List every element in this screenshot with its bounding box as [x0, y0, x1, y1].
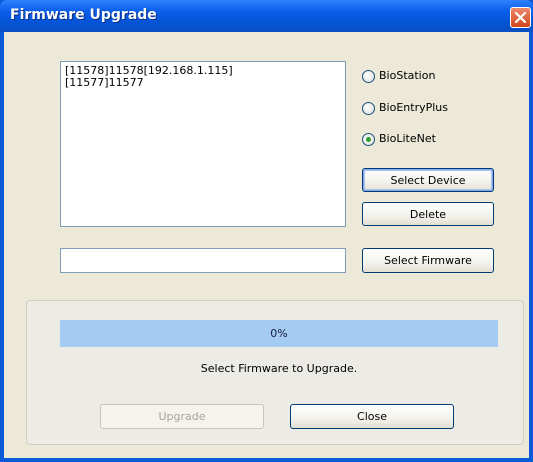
radio-label: BioEntryPlus [379, 101, 448, 114]
device-list[interactable]: [11578]11578[192.168.1.115] [11577]11577 [60, 61, 346, 227]
radio-label: BioStation [379, 69, 436, 82]
progress-label: 0% [270, 327, 288, 340]
delete-button[interactable]: Delete [362, 202, 494, 226]
status-text: Select Firmware to Upgrade. [200, 362, 358, 375]
radio-dot-icon [366, 137, 371, 142]
firmware-path-field[interactable] [60, 248, 346, 273]
firmware-upgrade-window: Firmware Upgrade [11578]11578[192.168.1.… [0, 0, 533, 462]
window-close-button[interactable] [510, 7, 531, 28]
select-device-button[interactable]: Select Device [362, 168, 494, 192]
list-item[interactable]: [11577]11577 [65, 77, 341, 89]
radio-button-icon [362, 70, 375, 83]
upgrade-button[interactable]: Upgrade [100, 404, 264, 429]
select-firmware-button[interactable]: Select Firmware [362, 248, 494, 273]
radio-button-icon [362, 102, 375, 115]
window-title: Firmware Upgrade [10, 7, 157, 23]
progress-bar: 0% [60, 320, 498, 347]
close-button[interactable]: Close [290, 404, 454, 429]
radio-label: BioLiteNet [379, 132, 436, 145]
dialog-body: [11578]11578[192.168.1.115] [11577]11577… [4, 32, 529, 458]
title-bar[interactable]: Firmware Upgrade [0, 0, 533, 32]
close-icon [514, 11, 527, 24]
radio-button-selected-icon [362, 133, 375, 146]
